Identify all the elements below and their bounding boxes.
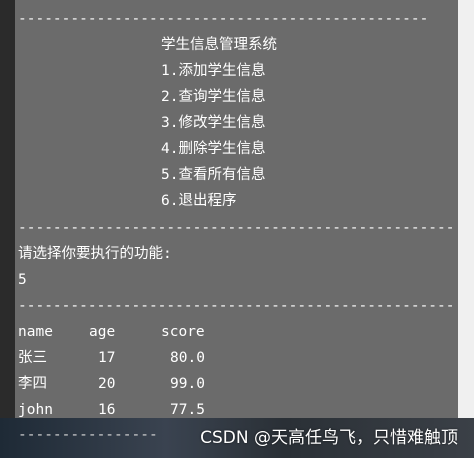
user-input-value: 5 [18,272,27,288]
menu-item-delete: 4.删除学生信息 [161,141,266,157]
separator-bottom: ---------------- [18,427,158,443]
table-cell-score: 99.0 [170,376,205,392]
table-cell-score: 77.5 [170,402,205,418]
separator-table: ----------------------------------------… [18,298,455,314]
menu-item-modify: 3.修改学生信息 [161,115,266,131]
table-header-score: score [161,324,205,340]
right-window-edge [458,0,474,458]
menu-item-add: 1.添加学生信息 [161,63,266,79]
table-cell-name: 李四 [18,376,47,392]
table-cell-age: 17 [98,350,116,366]
table-cell-age: 20 [98,376,116,392]
table-cell-score: 80.0 [170,350,205,366]
watermark: CSDN @天高任鸟飞，只惜难触顶 [200,428,458,448]
table-cell-name: 张三 [18,350,47,366]
left-window-edge [0,0,15,458]
terminal-output: ----------------------------------------… [15,0,458,418]
table-header-age: age [89,324,116,340]
separator-top: ----------------------------------------… [18,11,429,27]
menu-title: 学生信息管理系统 [161,37,277,53]
menu-item-query: 2.查询学生信息 [161,89,266,105]
function-prompt: 请选择你要执行的功能: [18,246,172,262]
bottom-band: ---------------- CSDN @天高任鸟飞，只惜难触顶 [0,418,474,458]
menu-item-exit: 6.退出程序 [161,193,237,209]
separator-mid: ----------------------------------------… [18,220,455,236]
table-header-name: name [18,324,53,340]
table-cell-age: 16 [98,402,116,418]
table-cell-name: john [18,402,53,418]
menu-item-view-all: 5.查看所有信息 [161,167,266,183]
